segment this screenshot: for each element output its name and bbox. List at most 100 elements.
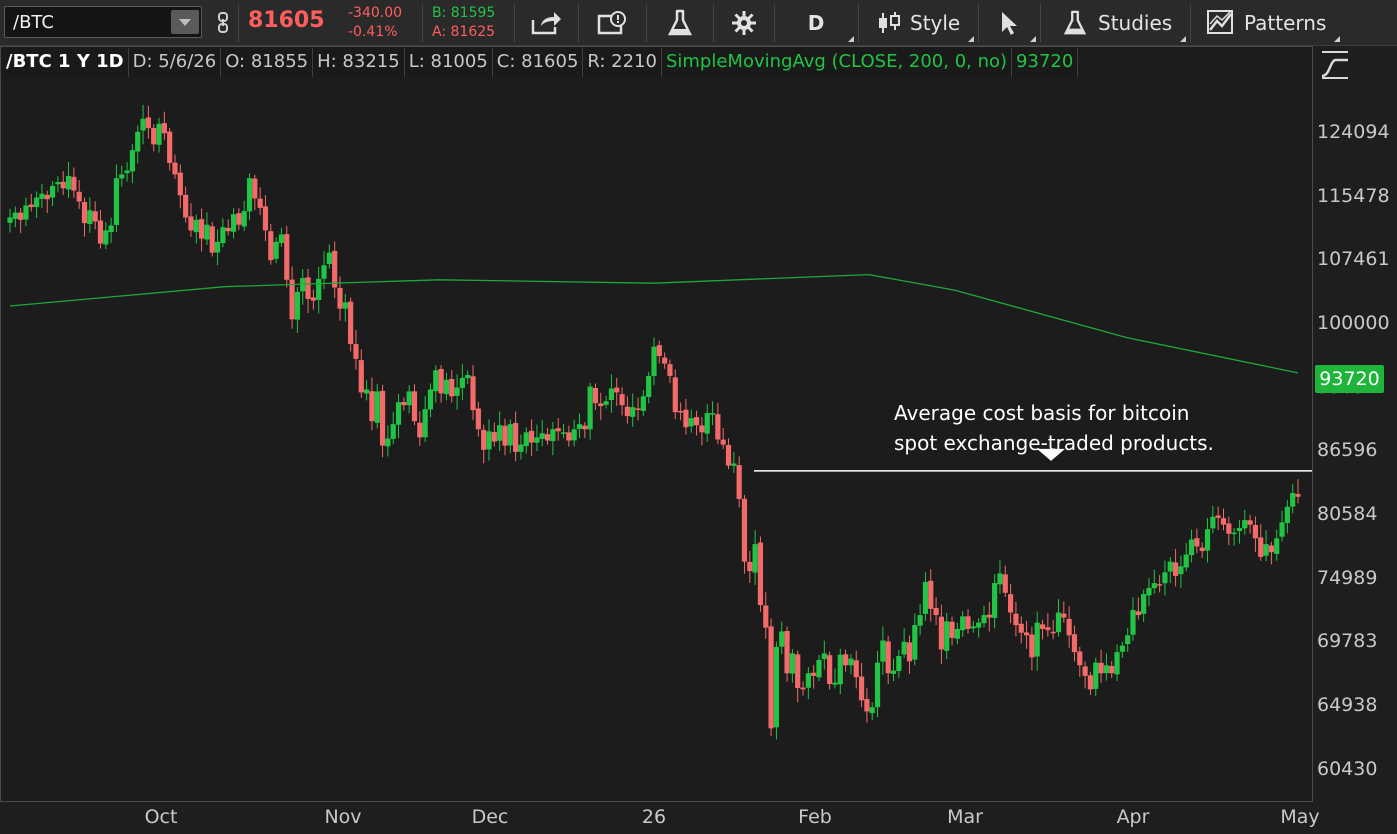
candle-body (273, 241, 279, 259)
patterns-icon (1207, 10, 1233, 34)
candle-body (986, 614, 992, 618)
candle-body (773, 646, 780, 728)
candle-body (555, 428, 561, 432)
candle-body (693, 417, 700, 426)
cursor-icon[interactable] (980, 0, 1038, 46)
candle-body (385, 438, 391, 447)
candle-body (976, 622, 982, 628)
candle-body (119, 174, 125, 179)
collapse-icon[interactable] (1318, 48, 1352, 82)
candle-body (1034, 622, 1040, 657)
candle-body (1109, 665, 1115, 674)
date-tick: Mar (947, 806, 983, 828)
candle-body (1114, 652, 1120, 675)
date-tick: Feb (798, 806, 832, 828)
candle-body (656, 345, 662, 357)
candle-body (576, 424, 583, 429)
style-button[interactable]: Style (860, 0, 976, 46)
info-open: O: 81855 (221, 48, 314, 77)
candle-body (433, 370, 439, 392)
candle-body (1215, 515, 1221, 518)
candle-body (465, 375, 471, 379)
price-tick: 80584 (1317, 503, 1378, 525)
candle-body (475, 408, 481, 430)
last-price: 81605 (248, 8, 325, 33)
candle-body (651, 346, 657, 376)
candle-body (321, 265, 327, 279)
share-icon[interactable] (516, 0, 576, 46)
candle-body (236, 213, 242, 225)
annotation-line-2: spot exchange-traded products. (894, 431, 1214, 455)
candle-body (992, 583, 998, 618)
candle-body (832, 682, 838, 685)
aggregation-selector[interactable]: D (776, 0, 856, 46)
candle-body (922, 581, 929, 614)
candle-body (646, 375, 652, 397)
candle-body (662, 357, 668, 364)
date-tick: Oct (144, 806, 178, 828)
candle-body (449, 378, 455, 397)
candle-body (491, 432, 497, 442)
info-high: H: 83215 (313, 48, 405, 77)
candle-body (55, 182, 61, 185)
candle-body (1210, 516, 1216, 529)
study-label[interactable]: SimpleMovingAvg (CLOSE, 200, 0, no) (661, 48, 1013, 77)
candle-body (220, 227, 226, 244)
candle-body (145, 117, 151, 129)
info-close: C: 81605 (492, 48, 584, 77)
candle-body (1242, 520, 1248, 529)
candle-body (44, 194, 50, 200)
candle-body (140, 118, 146, 131)
candle-body (1279, 522, 1285, 537)
candle-body (1162, 572, 1168, 584)
patterns-button[interactable]: Patterns (1192, 0, 1342, 46)
price-tick: 86596 (1317, 439, 1378, 461)
candle-body (821, 653, 827, 660)
studies-button[interactable]: Studies (1042, 0, 1188, 46)
candle-body (353, 344, 359, 359)
candle-body (1151, 583, 1157, 589)
candle-body (1178, 566, 1184, 575)
candle-body (1172, 562, 1179, 576)
chart-toolbar: /BTC 81605 -340.00 -0.41% B: 81595 A: 81… (0, 0, 1397, 46)
candle-body (901, 641, 907, 655)
candle-body (172, 162, 178, 175)
candle-body (853, 660, 859, 678)
symbol-input[interactable]: /BTC (4, 6, 202, 38)
link-icon[interactable] (208, 0, 238, 46)
study-value: 93720 (1012, 48, 1079, 77)
chart-info-bar: /BTC 1 Y 1D D: 5/6/26 O: 81855 H: 83215 … (2, 48, 1079, 77)
flask-icon[interactable] (648, 0, 712, 46)
message-icon[interactable] (580, 0, 644, 46)
date-tick: Nov (324, 806, 362, 828)
candle-body (401, 401, 407, 406)
percent-change: -0.41% (348, 24, 398, 40)
candle-body (28, 204, 34, 208)
candle-body (1087, 675, 1094, 690)
candle-body (257, 198, 263, 208)
candle-body (252, 178, 258, 199)
candle-body (1295, 494, 1301, 497)
candle-body (1204, 529, 1211, 551)
gear-icon[interactable] (715, 0, 773, 46)
sma-price-tag: 93720 (1315, 365, 1384, 393)
candle-body (890, 670, 897, 674)
time-axis[interactable] (0, 802, 1397, 834)
candle-body (811, 672, 817, 676)
candle-body (1226, 523, 1232, 534)
candle-body (1188, 539, 1195, 556)
candle-body (225, 227, 231, 232)
dropdown-icon[interactable] (171, 10, 199, 34)
candle-style-icon (879, 12, 900, 33)
candle-body (741, 498, 748, 562)
price-axis[interactable] (1313, 46, 1397, 802)
candle-body (363, 389, 370, 394)
candle-body (1013, 613, 1019, 626)
candle-body (167, 131, 173, 163)
candle-body (1220, 518, 1227, 525)
candle-body (507, 424, 513, 446)
candle-body (619, 394, 625, 406)
chart-title: /BTC 1 Y 1D (2, 48, 129, 77)
info-low: L: 81005 (404, 48, 493, 77)
candle-body (954, 628, 960, 639)
